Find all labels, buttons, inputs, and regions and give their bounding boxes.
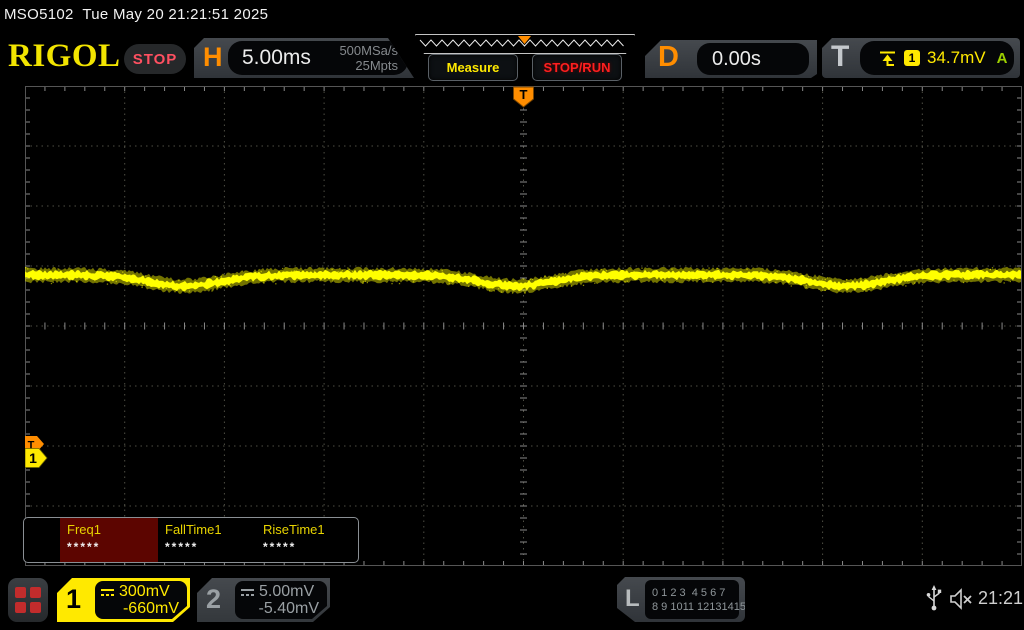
rigol-logo: RIGOL [8, 38, 121, 74]
measurement-value: ***** [165, 540, 199, 554]
stop-run-button[interactable]: STOP/RUN [532, 54, 622, 81]
datetime-label: Tue May 20 21:21:51 2025 [82, 6, 269, 23]
horizontal-values: 5.00ms 500MSa/s 25Mpts [228, 41, 408, 75]
edge-trigger-icon [880, 51, 895, 66]
sample-rate-memdepth: 500MSa/s 25Mpts [339, 43, 398, 73]
delay-label: D [658, 41, 679, 73]
trigger-mode: A [996, 49, 1008, 67]
digital-channels-row1: 0 1 2 3 4 5 6 7 [652, 586, 726, 599]
model-and-datetime: MSO5102 Tue May 20 21:21:51 2025 [4, 6, 268, 23]
trigger-block[interactable]: T 1 34.7mV A [822, 38, 1020, 78]
measurement-item-falltime1[interactable]: FallTime1 ***** [158, 518, 256, 562]
oscilloscope-screen: MSO5102 Tue May 20 21:21:51 2025 RIGOL S… [0, 0, 1024, 630]
channel-2-settings: 5.00mV -5.40mV [235, 581, 327, 619]
trigger-source-badge[interactable]: 1 [904, 50, 920, 66]
measurement-panel-spacer [24, 518, 60, 562]
logic-analyzer-badge[interactable]: L 0 1 2 3 4 5 6 7 8 9 1011 12131415 [617, 577, 745, 622]
usb-icon [926, 585, 942, 611]
horizontal-settings-block[interactable]: H 5.00ms 500MSa/s 25Mpts [194, 38, 418, 78]
waveform-overview-strip[interactable] [415, 34, 635, 54]
channel-2-number: 2 [206, 584, 222, 614]
measurement-value: ***** [67, 540, 101, 554]
menu-button[interactable] [8, 578, 48, 622]
run-state-label: STOP [132, 50, 178, 68]
channel-1-number: 1 [66, 584, 82, 614]
channel-1-badge[interactable]: 1 300mV -660mV [57, 578, 190, 622]
svg-text:1: 1 [29, 450, 37, 466]
timebase-value[interactable]: 5.00ms [242, 46, 311, 70]
memory-depth: 25Mpts [355, 58, 398, 73]
trigger-label: T [831, 40, 850, 73]
channel-1-settings: 300mV -660mV [95, 581, 187, 619]
digital-channels-row2: 8 9 1011 12131415 [652, 600, 746, 613]
sample-rate: 500MSa/s [339, 43, 398, 58]
logic-analyzer-label: L [625, 585, 640, 612]
model-name: MSO5102 [4, 6, 74, 23]
channel-1-offset: -660mV [122, 600, 179, 617]
delay-value-panel: 0.00s [697, 43, 809, 75]
measurement-item-risetime1[interactable]: RiseTime1 ***** [256, 518, 354, 562]
measure-button-label: Measure [446, 60, 500, 75]
channel-1-ground-marker[interactable]: 1 [24, 448, 48, 468]
trigger-position-marker[interactable]: T [513, 86, 534, 108]
measurement-results-panel: Freq1 ***** FallTime1 ***** RiseTime1 **… [23, 517, 359, 563]
digital-channel-list: 0 1 2 3 4 5 6 7 8 9 1011 12131415 [645, 580, 739, 619]
run-state-badge: STOP [124, 44, 186, 74]
measurement-value: ***** [263, 540, 297, 554]
measurement-label: FallTime1 [165, 522, 222, 537]
measure-button[interactable]: Measure [428, 54, 518, 81]
menu-grid-icon [15, 587, 41, 613]
trigger-values-panel: 1 34.7mV A [860, 41, 1014, 75]
stop-run-button-label: STOP/RUN [543, 60, 611, 75]
horizontal-label: H [203, 42, 223, 72]
channel-1-scale: 300mV [119, 583, 170, 600]
channel-2-badge[interactable]: 2 5.00mV -5.40mV [197, 578, 330, 622]
dc-coupling-icon [100, 588, 115, 597]
measurement-label: RiseTime1 [263, 522, 325, 537]
overview-zigzag [416, 35, 632, 51]
delay-block[interactable]: D 0.00s [645, 40, 817, 78]
clock-label: 21:21 [978, 588, 1024, 608]
dc-coupling-icon [240, 588, 255, 597]
trigger-level-value[interactable]: 34.7mV [927, 48, 986, 68]
graticule-svg: TT1 [24, 86, 1022, 566]
channel-2-offset: -5.40mV [258, 600, 319, 617]
waveform-display: TT1 [24, 86, 1022, 566]
speaker-muted-icon[interactable] [948, 588, 974, 610]
measurement-label: Freq1 [67, 522, 101, 537]
channel-2-scale: 5.00mV [259, 583, 315, 600]
svg-text:T: T [520, 87, 528, 102]
measurement-item-freq1[interactable]: Freq1 ***** [60, 518, 158, 562]
delay-value[interactable]: 0.00s [712, 48, 761, 71]
